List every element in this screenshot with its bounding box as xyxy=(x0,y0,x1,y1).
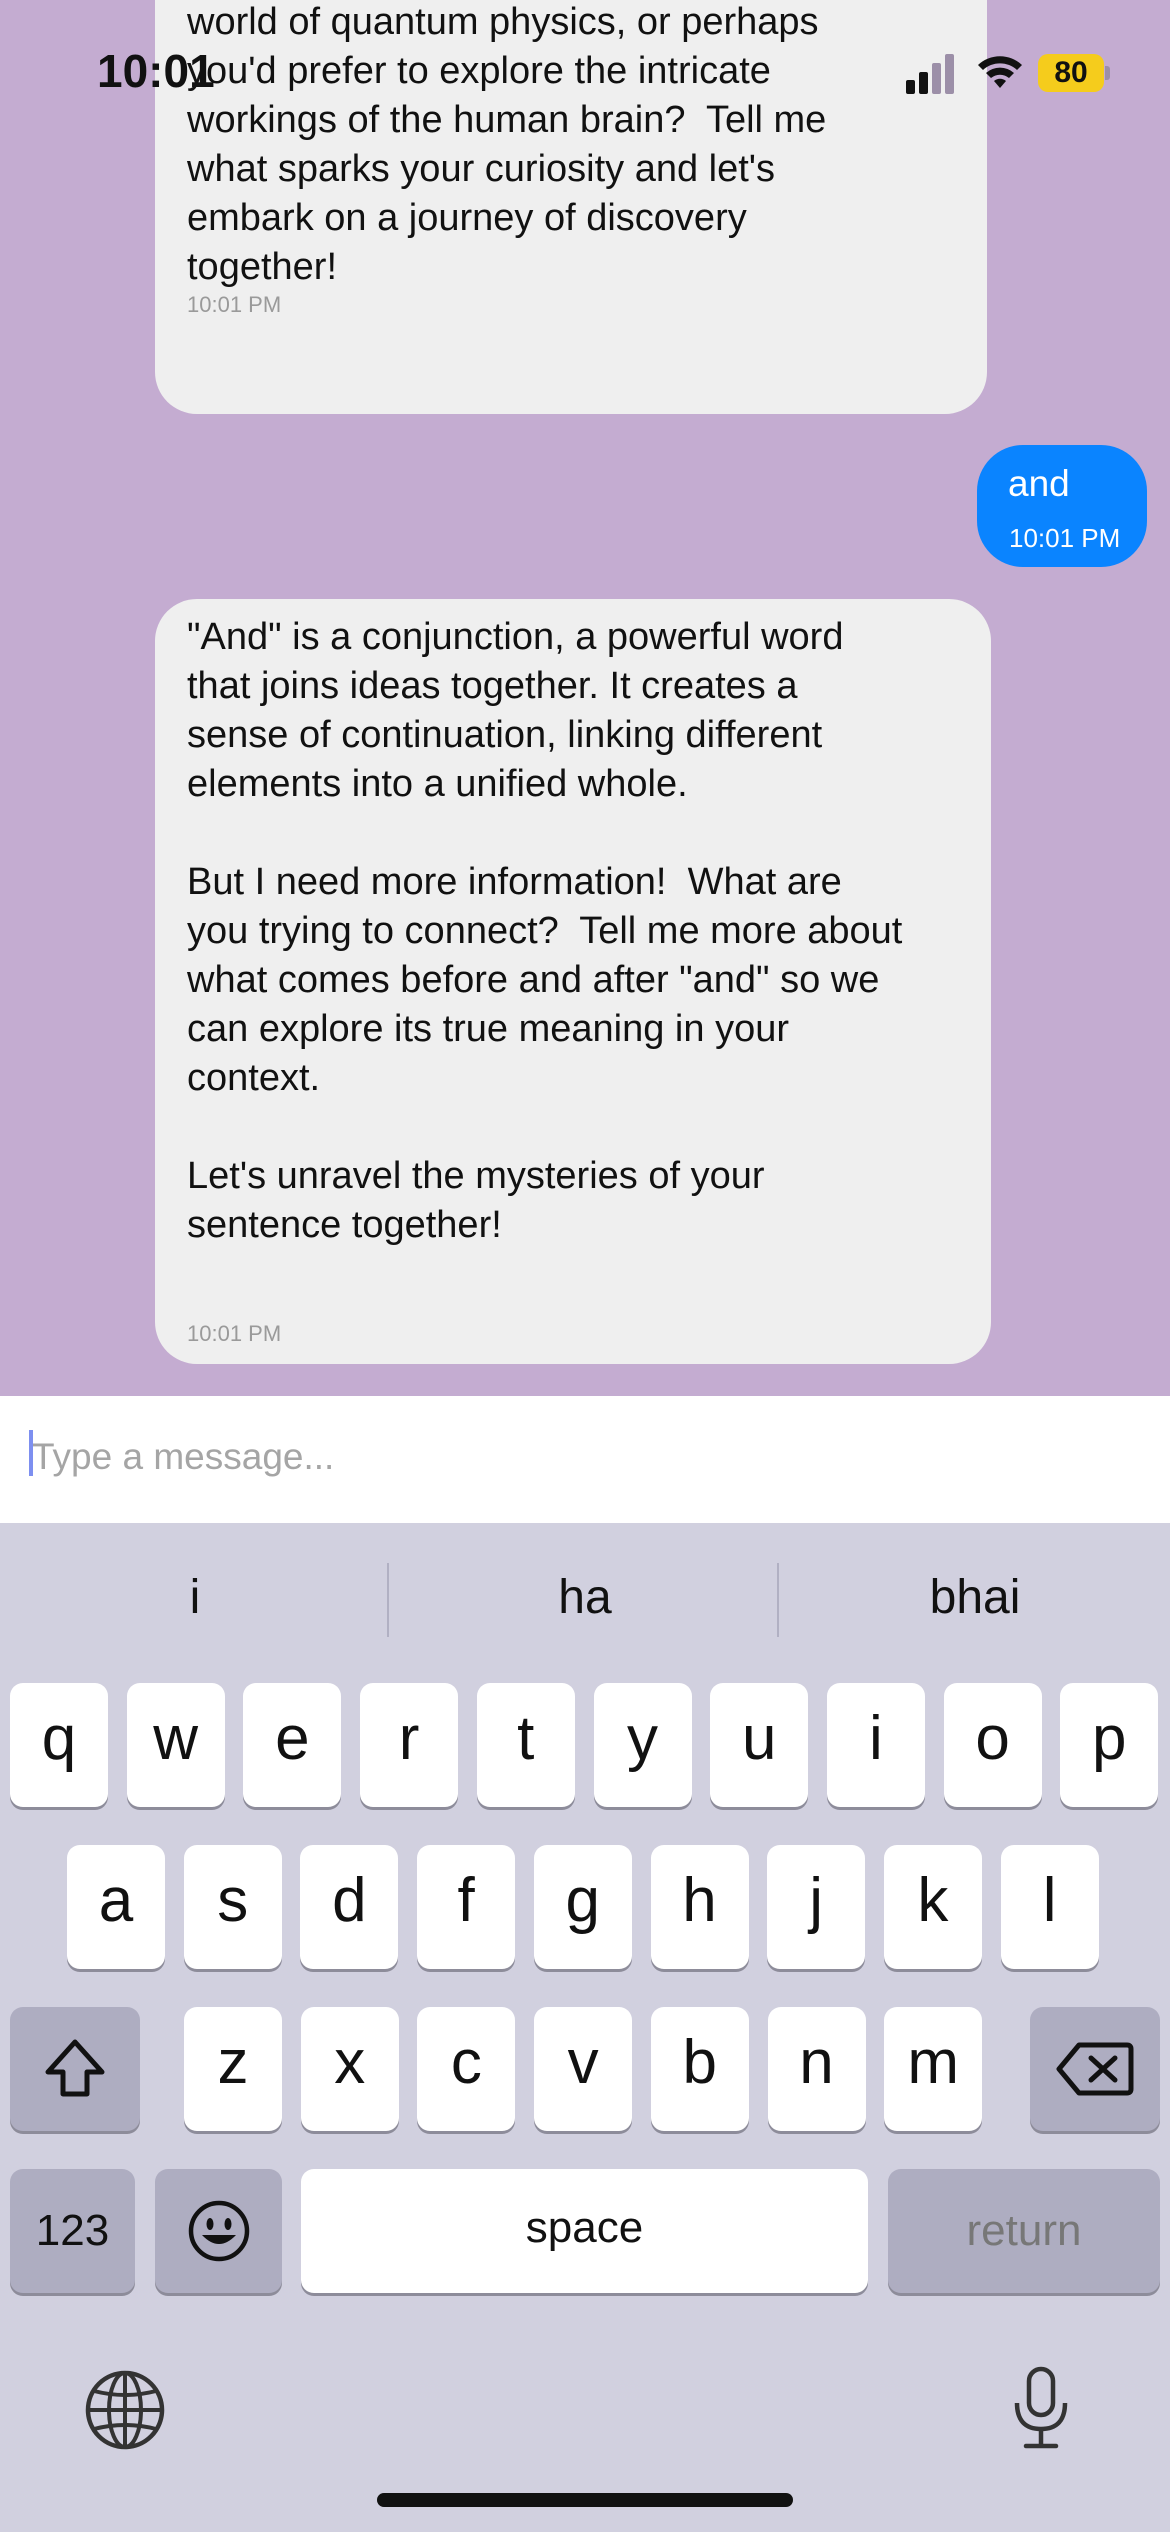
emoji-icon xyxy=(188,2200,249,2262)
shift-icon xyxy=(45,2039,105,2097)
key-n[interactable]: n xyxy=(767,2007,866,2131)
space-key[interactable]: space xyxy=(301,2169,868,2293)
suggestion-3[interactable]: bhai xyxy=(780,1523,1170,1643)
message-text: "And" is a conjunction, a powerful word … xyxy=(187,616,903,1246)
key-label: m xyxy=(907,2028,960,2097)
key-label: b xyxy=(682,2028,718,2097)
suggestion-divider xyxy=(777,1563,779,1637)
backspace-icon xyxy=(1056,2042,1134,2096)
key-u[interactable]: u xyxy=(710,1683,809,1807)
key-label: e xyxy=(275,1704,310,1773)
home-indicator xyxy=(377,2493,793,2507)
battery-level: 80 xyxy=(1054,56,1088,89)
battery-icon: 80 xyxy=(1038,54,1110,92)
key-i[interactable]: i xyxy=(826,1683,925,1807)
key-x[interactable]: x xyxy=(300,2007,399,2131)
key-label: g xyxy=(565,1866,601,1935)
key-o[interactable]: o xyxy=(943,1683,1042,1807)
key-label: s xyxy=(217,1866,249,1935)
key-w[interactable]: w xyxy=(126,1683,225,1807)
user-message: and 10:01 PM xyxy=(977,445,1147,567)
space-key-label: space xyxy=(525,2203,644,2252)
status-time: 10:01 xyxy=(97,45,215,97)
key-s[interactable]: s xyxy=(183,1845,282,1969)
key-j[interactable]: j xyxy=(767,1845,866,1969)
key-label: c xyxy=(450,2028,482,2097)
message-input[interactable] xyxy=(30,1426,1134,1488)
key-a[interactable]: a xyxy=(67,1845,165,1969)
key-k[interactable]: k xyxy=(883,1845,982,1969)
key-h[interactable]: h xyxy=(650,1845,749,1969)
assistant-message: "And" is a conjunction, a powerful word … xyxy=(155,599,991,1364)
key-label: i xyxy=(869,1704,883,1773)
key-e[interactable]: e xyxy=(243,1683,342,1807)
key-v[interactable]: v xyxy=(534,2007,633,2131)
text-cursor xyxy=(29,1430,33,1476)
key-c[interactable]: c xyxy=(417,2007,516,2131)
suggestion-2[interactable]: ha xyxy=(390,1523,780,1643)
delete-key[interactable] xyxy=(1030,2007,1160,2131)
message-text: and xyxy=(1008,463,1070,504)
key-label: w xyxy=(153,1704,199,1773)
key-p[interactable]: p xyxy=(1060,1683,1159,1807)
key-label: u xyxy=(741,1704,777,1773)
key-label: a xyxy=(98,1866,134,1935)
key-t[interactable]: t xyxy=(476,1683,575,1807)
key-l[interactable]: l xyxy=(1000,1845,1099,1969)
key-z[interactable]: z xyxy=(184,2007,282,2131)
message-time: 10:01 PM xyxy=(1009,523,1121,553)
key-label: o xyxy=(975,1704,1010,1773)
key-label: d xyxy=(332,1866,367,1935)
key-m[interactable]: m xyxy=(884,2007,983,2131)
shift-key[interactable] xyxy=(10,2007,140,2131)
message-composer xyxy=(0,1396,1170,1523)
chat-area[interactable]: world of quantum physics, or perhaps you… xyxy=(0,0,1170,1396)
key-label: p xyxy=(1092,1704,1127,1773)
emoji-key[interactable] xyxy=(155,2169,282,2293)
key-y[interactable]: y xyxy=(593,1683,692,1807)
key-label: q xyxy=(41,1704,77,1773)
wifi-icon xyxy=(978,56,1022,88)
key-label: z xyxy=(217,2028,249,2097)
key-label: r xyxy=(398,1704,420,1773)
key-d[interactable]: d xyxy=(300,1845,399,1969)
return-key[interactable]: return xyxy=(888,2169,1160,2293)
key-r[interactable]: r xyxy=(360,1683,459,1807)
key-label: y xyxy=(627,1704,658,1773)
keyboard: i ha bhai q w e r t y u i o p a s d f g h j k l z x c v b n m 1… xyxy=(0,1523,1170,2532)
microphone-icon[interactable] xyxy=(1010,2365,1072,2451)
key-label: f xyxy=(457,1866,475,1935)
key-label: v xyxy=(567,2028,599,2097)
message-time: 10:01 PM xyxy=(187,292,282,317)
suggestion-divider xyxy=(387,1563,389,1637)
key-label: t xyxy=(517,1704,535,1773)
numbers-key[interactable]: 123 xyxy=(10,2169,135,2293)
key-label: n xyxy=(799,2028,834,2097)
cellular-signal-icon xyxy=(906,54,954,94)
return-key-label: return xyxy=(966,2206,1082,2255)
key-label: x xyxy=(334,2028,366,2097)
globe-icon[interactable] xyxy=(84,2369,166,2451)
key-f[interactable]: f xyxy=(417,1845,516,1969)
key-label: h xyxy=(682,1866,717,1935)
key-q[interactable]: q xyxy=(10,1683,108,1807)
key-label: l xyxy=(1042,1866,1057,1935)
numbers-key-label: 123 xyxy=(35,2206,110,2255)
message-time: 10:01 PM xyxy=(187,1321,282,1346)
key-b[interactable]: b xyxy=(650,2007,749,2131)
suggestion-1[interactable]: i xyxy=(0,1523,390,1643)
key-g[interactable]: g xyxy=(533,1845,632,1969)
status-bar: 10:01 80 xyxy=(0,0,1170,140)
key-label: k xyxy=(917,1866,949,1935)
key-label: j xyxy=(809,1866,824,1935)
